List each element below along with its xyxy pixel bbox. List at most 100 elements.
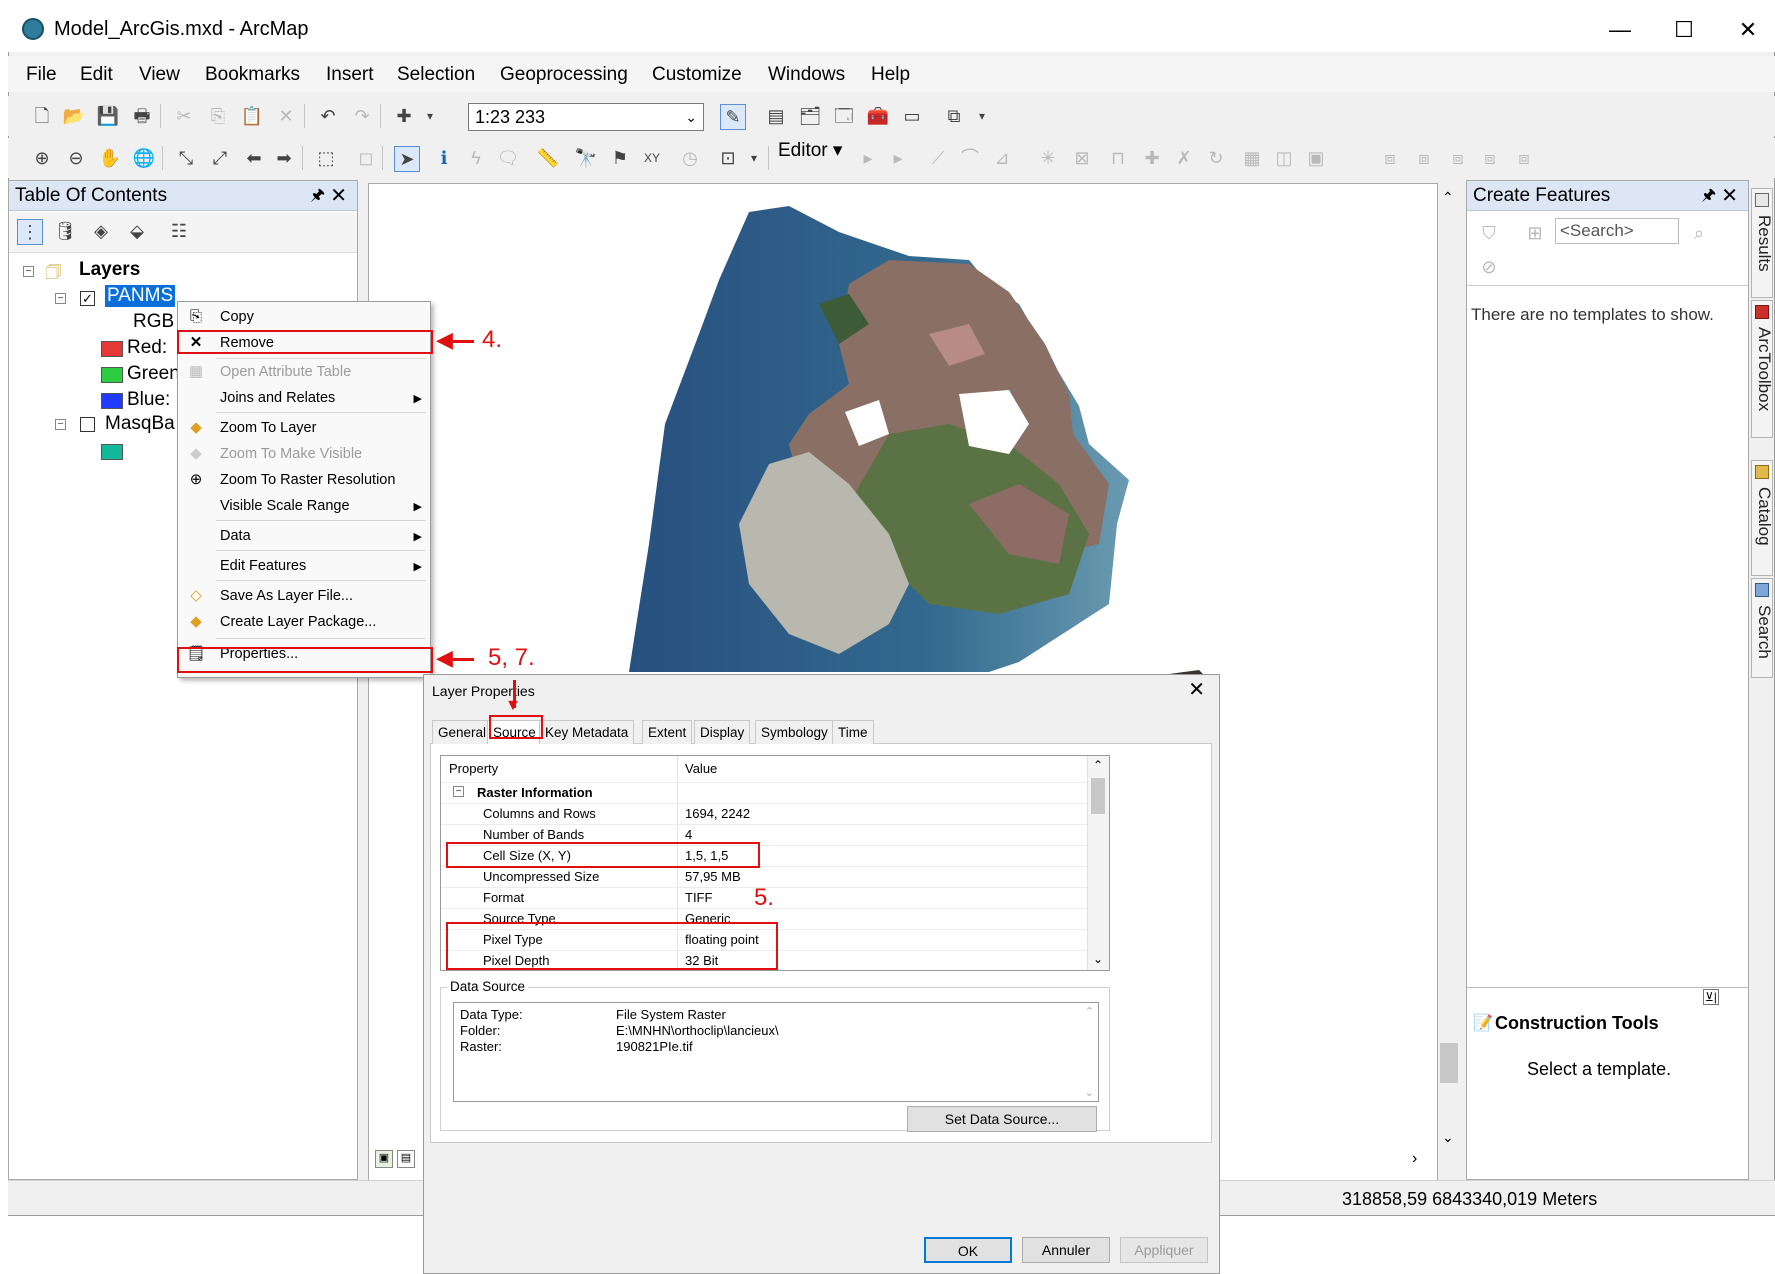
straight-segment-icon[interactable]: ⟋ bbox=[926, 146, 950, 170]
copy-icon[interactable]: ⎘ bbox=[206, 104, 230, 128]
go-forward-icon[interactable]: ➡ bbox=[272, 146, 296, 170]
set-data-source-button[interactable]: Set Data Source... bbox=[907, 1106, 1097, 1132]
side-tab-results[interactable]: Results bbox=[1751, 188, 1774, 298]
menu-zoom-to-layer[interactable]: Zoom To Layer bbox=[220, 420, 316, 436]
toolbar-options-icon-2[interactable]: ▾ bbox=[742, 146, 766, 170]
list-by-selection-icon[interactable]: ⬙ bbox=[125, 219, 149, 243]
scroll-thumb[interactable] bbox=[1091, 778, 1105, 814]
georef-icon-4[interactable]: ⧈ bbox=[1478, 146, 1502, 170]
side-tab-arctoolbox[interactable]: ArcToolbox bbox=[1751, 300, 1774, 438]
list-by-drawing-order-icon[interactable]: ⋮ bbox=[17, 219, 43, 245]
reshape-icon[interactable]: ⊓ bbox=[1106, 146, 1130, 170]
cut-polygons-icon[interactable]: ✚ bbox=[1140, 146, 1164, 170]
redo-icon[interactable]: ↷ bbox=[350, 104, 374, 128]
model-builder-icon[interactable]: ⧉ bbox=[942, 104, 966, 128]
close-icon[interactable]: ✕ bbox=[1188, 677, 1205, 702]
scroll-thumb[interactable] bbox=[1440, 1043, 1458, 1083]
data-source-textbox[interactable]: Data Type: File System Raster Folder: E:… bbox=[453, 1002, 1099, 1102]
template-filter-icon[interactable]: ⊞ bbox=[1523, 221, 1547, 245]
masq-visibility-checkbox[interactable] bbox=[80, 417, 95, 432]
side-tab-catalog[interactable]: Catalog bbox=[1751, 460, 1774, 576]
zoom-out-icon[interactable]: ⊖ bbox=[64, 146, 88, 170]
menu-copy[interactable]: Copy bbox=[220, 309, 254, 325]
ok-button[interactable]: OK bbox=[924, 1237, 1012, 1263]
tab-time[interactable]: Time bbox=[832, 720, 874, 744]
find-route-icon[interactable]: ⚑ bbox=[608, 146, 632, 170]
grid-scrollbar[interactable]: ⌃ ⌄ bbox=[1087, 756, 1109, 970]
menu-file[interactable]: File bbox=[26, 64, 57, 86]
select-elements-icon[interactable]: ➤ bbox=[394, 146, 420, 172]
map-vertical-scrollbar[interactable]: ⌃ ⌄ bbox=[1438, 183, 1460, 1163]
tab-symbology[interactable]: Symbology bbox=[755, 720, 834, 744]
georef-icon-5[interactable]: ⧈ bbox=[1512, 146, 1536, 170]
clear-selection-icon[interactable]: ◻ bbox=[354, 146, 378, 170]
time-slider-icon[interactable]: ◷ bbox=[678, 146, 702, 170]
edit-vertices-icon[interactable]: ⊠ bbox=[1070, 146, 1094, 170]
scroll-up-icon[interactable]: ⌃ bbox=[1085, 1005, 1094, 1018]
full-extent-icon[interactable]: 🌐 bbox=[132, 146, 156, 170]
scroll-down-icon[interactable]: ⌄ bbox=[1085, 1086, 1094, 1099]
cut-icon[interactable]: ✂ bbox=[172, 104, 196, 128]
menu-edit-features[interactable]: Edit Features bbox=[220, 558, 306, 574]
table-row[interactable]: Columns and Rows 1694, 2242 bbox=[441, 803, 1087, 825]
python-window-icon[interactable]: ▭ bbox=[900, 104, 924, 128]
collapse-layers-icon[interactable]: − bbox=[23, 266, 34, 277]
maximize-icon[interactable]: ☐ bbox=[1654, 12, 1714, 48]
menu-selection[interactable]: Selection bbox=[397, 64, 475, 86]
fixed-zoom-in-icon[interactable]: ⤡ bbox=[174, 146, 198, 170]
search-window-icon[interactable]: 🗔 bbox=[832, 104, 856, 128]
cancel-button[interactable]: Annuler bbox=[1022, 1237, 1110, 1263]
tab-general[interactable]: General bbox=[432, 720, 493, 744]
go-to-xy-icon[interactable]: XY bbox=[640, 146, 664, 170]
menu-view[interactable]: View bbox=[139, 64, 180, 86]
map-scale-combo[interactable]: 1:23 233 ⌄ bbox=[468, 103, 704, 131]
panms-visibility-checkbox[interactable]: ✓ bbox=[80, 291, 95, 306]
add-data-dropdown-icon[interactable]: ▾ bbox=[418, 104, 442, 128]
html-popup-icon[interactable]: 🗨 bbox=[496, 146, 520, 170]
apply-button[interactable]: Appliquer bbox=[1120, 1237, 1208, 1263]
endpoint-arc-icon[interactable]: ⌒ bbox=[958, 146, 982, 170]
tab-key-metadata[interactable]: Key Metadata bbox=[539, 720, 635, 744]
scroll-down-icon[interactable]: ⌄ bbox=[1093, 952, 1103, 966]
create-features-icon[interactable]: ▣ bbox=[1304, 146, 1328, 170]
menu-windows[interactable]: Windows bbox=[768, 64, 845, 86]
splitter-toggle-icon[interactable]: ⊻| bbox=[1703, 989, 1719, 1005]
data-view-icon[interactable]: ▣ bbox=[375, 1150, 393, 1168]
menu-data[interactable]: Data bbox=[220, 528, 251, 544]
delete-icon[interactable]: ✕ bbox=[274, 104, 298, 128]
raster-info-section[interactable]: − Raster Information bbox=[441, 782, 1087, 804]
menu-open-attribute-table[interactable]: Open Attribute Table bbox=[220, 364, 351, 380]
close-icon[interactable]: ✕ bbox=[330, 181, 347, 211]
georef-icon-2[interactable]: ⧈ bbox=[1412, 146, 1436, 170]
georef-icon-1[interactable]: ⧈ bbox=[1378, 146, 1402, 170]
scroll-up-icon[interactable]: ⌃ bbox=[1093, 758, 1103, 772]
save-icon[interactable]: 💾 bbox=[96, 104, 120, 128]
go-back-icon[interactable]: ⬅ bbox=[242, 146, 266, 170]
menu-edit[interactable]: Edit bbox=[80, 64, 113, 86]
attributes-icon[interactable]: ▦ bbox=[1240, 146, 1264, 170]
menu-visible-scale-range[interactable]: Visible Scale Range bbox=[220, 498, 350, 514]
add-data-icon[interactable]: ✚ bbox=[392, 104, 416, 128]
fixed-zoom-out-icon[interactable]: ⤢ bbox=[208, 146, 232, 170]
pan-icon[interactable]: ✋ bbox=[98, 146, 122, 170]
list-by-source-icon[interactable]: 🛢 bbox=[53, 219, 77, 243]
menu-help[interactable]: Help bbox=[871, 64, 910, 86]
menu-save-as-layer-file[interactable]: Save As Layer File... bbox=[220, 588, 353, 604]
new-document-icon[interactable]: 🗋 bbox=[30, 104, 54, 128]
print-icon[interactable]: 🖶 bbox=[130, 104, 154, 128]
editor-toolbar-icon[interactable]: ✎ bbox=[720, 104, 746, 130]
edit-annotation-icon[interactable]: ▸ bbox=[886, 146, 910, 170]
menu-customize[interactable]: Customize bbox=[652, 64, 742, 86]
open-folder-icon[interactable]: 📂 bbox=[62, 104, 86, 128]
layers-root[interactable]: Layers bbox=[79, 259, 140, 281]
paste-icon[interactable]: 📋 bbox=[240, 104, 264, 128]
organize-templates-icon[interactable]: ⛉ bbox=[1477, 221, 1501, 245]
point-icon[interactable]: ✳ bbox=[1036, 146, 1060, 170]
trace-icon[interactable]: ⊿ bbox=[990, 146, 1014, 170]
layer-masqba[interactable]: MasqBa bbox=[105, 413, 175, 435]
close-icon[interactable]: ✕ bbox=[1718, 12, 1775, 48]
collapse-panms-icon[interactable]: − bbox=[55, 293, 66, 304]
menu-zoom-to-make-visible[interactable]: Zoom To Make Visible bbox=[220, 446, 362, 462]
menu-create-layer-package[interactable]: Create Layer Package... bbox=[220, 614, 376, 630]
editor-menu-button[interactable]: Editor ▾ bbox=[778, 139, 842, 162]
